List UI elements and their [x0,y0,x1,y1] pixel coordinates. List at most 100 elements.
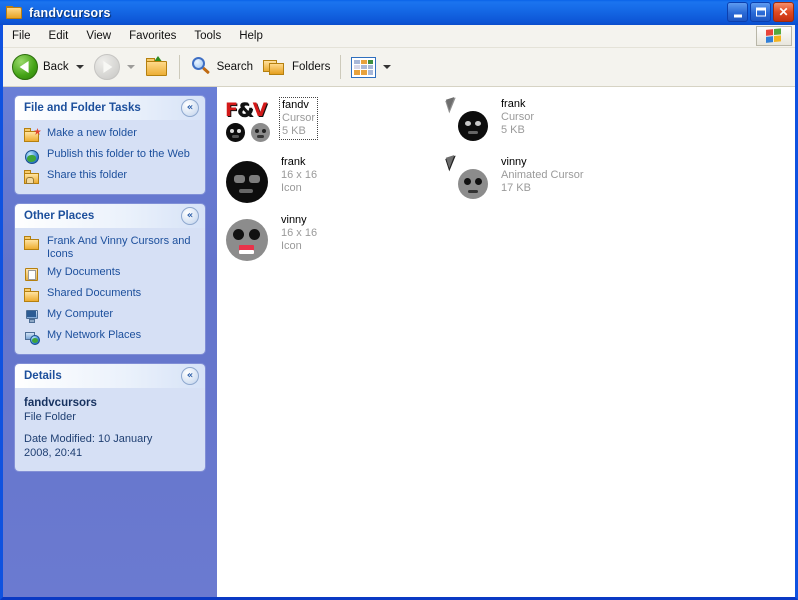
file-item-frank-cursor[interactable]: frank Cursor 5 KB [441,95,651,153]
content-area: File and Folder Tasks « Make a new folde… [3,87,795,597]
window-title: fandvcursors [29,5,111,20]
chevron-up-icon[interactable]: « [181,99,199,117]
panel-details: Details « fandvcursors File Folder Date … [15,364,205,471]
sidebar-item-label: My Network Places [47,329,142,341]
file-item-fandv[interactable]: F&V fandv Cursor 5 KB [221,95,431,153]
back-dropdown-icon[interactable] [75,65,84,69]
sidebar-item-frank-and-vinny[interactable]: Frank And Vinny Cursors and Icons [24,235,197,261]
title-bar: fandvcursors ✕ [0,0,798,25]
file-label: fandv Cursor 5 KB [279,97,319,140]
details-modified-line2: 2008, 20:41 [24,447,83,459]
panel-body: Frank And Vinny Cursors and Icons My Doc… [15,228,205,354]
forward-dropdown-icon[interactable] [126,65,135,69]
panel-file-and-folder-tasks: File and Folder Tasks « Make a new folde… [15,96,205,194]
menu-help[interactable]: Help [230,28,272,44]
file-name: vinny [501,156,527,168]
panel-title: File and Folder Tasks [24,102,141,114]
toolbar-separator-2 [340,55,342,79]
file-label: vinny Animated Cursor 17 KB [499,155,586,196]
file-type: Animated Cursor [501,169,584,181]
share-folder-icon [24,170,41,185]
back-label: Back [43,61,69,73]
views-dropdown-icon[interactable] [383,65,392,69]
minimize-button[interactable] [727,2,748,22]
folder-icon [6,5,23,20]
file-name: frank [501,98,526,110]
folder-icon [24,236,41,251]
sidebar-item-label: My Computer [47,308,114,320]
back-button[interactable]: Back [7,50,89,84]
menu-view[interactable]: View [77,28,120,44]
vinny-face-icon [223,213,275,265]
sidebar-item-label: Share this folder [47,169,128,181]
file-name: fandv [282,99,309,111]
chevron-up-icon[interactable]: « [181,207,199,225]
sidebar-item-my-documents[interactable]: My Documents [24,266,197,282]
file-label: frank Cursor 5 KB [499,97,536,138]
explorer-window: fandvcursors ✕ File Edit View Favorites … [0,0,798,600]
views-button[interactable] [346,50,396,84]
sidebar-item-label: Make a new folder [47,127,137,139]
panel-title: Details [24,370,62,382]
fandv-thumbnail: F&V [223,97,275,149]
file-type: Cursor [282,112,316,124]
folders-button[interactable]: Folders [258,50,335,84]
sidebar-item-make-new-folder[interactable]: Make a new folder [24,127,197,143]
network-icon [24,330,41,345]
menu-edit[interactable]: Edit [40,28,78,44]
toolbar: Back Search Folders [3,48,795,87]
magnifier-icon [190,56,212,78]
views-grid-icon [351,56,377,78]
panel-header[interactable]: Other Places « [15,204,205,228]
folder-icon [24,288,41,303]
file-name: frank [281,156,306,168]
chevron-up-icon[interactable]: « [181,367,199,385]
maximize-button[interactable] [750,2,771,22]
sidebar-item-my-computer[interactable]: My Computer [24,308,197,324]
folders-label: Folders [292,61,331,73]
file-dimensions: 16 x 16 [281,169,318,181]
file-list[interactable]: F&V fandv Cursor 5 KB frank Cursor 5 KB … [217,87,795,597]
sidebar-item-label: Frank And Vinny Cursors and Icons [47,235,191,260]
sidebar-item-label: Publish this folder to the Web [47,148,190,160]
up-button[interactable] [140,50,174,84]
panel-body: Make a new folder Publish this folder to… [15,120,205,194]
sidebar-item-publish-to-web[interactable]: Publish this folder to the Web [24,148,197,164]
panel-header[interactable]: File and Folder Tasks « [15,96,205,120]
globe-icon [24,149,41,164]
details-body: fandvcursors File Folder Date Modified: … [15,388,205,471]
panel-header[interactable]: Details « [15,364,205,388]
file-item-frank-icon[interactable]: frank 16 x 16 Icon [221,153,431,211]
forward-button[interactable] [89,50,140,84]
search-label: Search [216,61,254,73]
details-modified-line1: Date Modified: 10 January [24,433,153,445]
panel-title: Other Places [24,210,95,222]
menu-favorites[interactable]: Favorites [120,28,185,44]
frank-face-icon [223,155,275,207]
search-button[interactable]: Search [185,50,258,84]
sidebar-item-share-folder[interactable]: Share this folder [24,169,197,185]
logo-letter-f: F [225,99,238,121]
sidebar-item-label: Shared Documents [47,287,142,299]
file-item-vinny-icon[interactable]: vinny 16 x 16 Icon [221,211,431,269]
sidebar-item-shared-documents[interactable]: Shared Documents [24,287,197,303]
file-item-vinny-cursor[interactable]: vinny Animated Cursor 17 KB [441,153,651,211]
file-name: vinny [281,214,307,226]
menu-tools[interactable]: Tools [185,28,230,44]
file-size: 5 KB [282,125,306,137]
sidebar-item-label: My Documents [47,266,121,278]
windows-flag-icon [756,26,792,46]
file-label: frank 16 x 16 Icon [279,155,319,196]
file-size: 5 KB [501,124,525,136]
logo-letter-v: V [252,99,268,121]
close-button[interactable]: ✕ [773,2,794,22]
panel-other-places: Other Places « Frank And Vinny Cursors a… [15,204,205,354]
sidebar-item-my-network-places[interactable]: My Network Places [24,329,197,345]
menu-file[interactable]: File [3,28,40,44]
details-folder-type: File Folder [24,411,76,423]
new-folder-icon [24,128,41,143]
details-folder-name: fandvcursors [24,397,97,409]
menu-bar: File Edit View Favorites Tools Help [3,25,795,48]
up-folder-icon [145,56,169,78]
vinny-cursor-icon [443,155,495,207]
